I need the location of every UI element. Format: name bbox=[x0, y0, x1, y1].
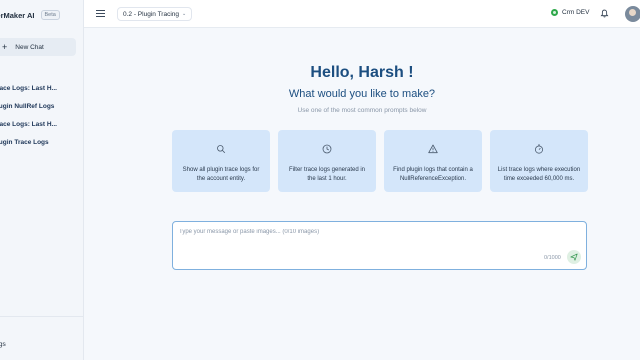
send-button[interactable] bbox=[567, 250, 581, 264]
sidebar-bottom-links: lp tings bbox=[0, 325, 6, 349]
prompt-card[interactable]: Filter trace logs generated in the last … bbox=[278, 130, 376, 192]
message-composer: 0/1000 bbox=[172, 221, 587, 270]
prompt-card-text: List trace logs where execution time exc… bbox=[497, 167, 581, 182]
brand-name: owerMaker AI bbox=[0, 10, 35, 20]
message-input[interactable] bbox=[179, 227, 479, 237]
prompt-card-text: Show all plugin trace logs for the accou… bbox=[182, 167, 260, 182]
top-bar: 0.2 - Plugin Tracing ⌄ Crm DEV bbox=[84, 0, 640, 28]
prompt-hint: Use one of the most common prompts below bbox=[297, 107, 427, 114]
help-link[interactable]: lp bbox=[0, 325, 6, 333]
clock-icon bbox=[322, 144, 332, 154]
prompt-cards: Show all plugin trace logs for the accou… bbox=[172, 130, 588, 192]
plus-icon: + bbox=[2, 41, 8, 52]
avatar[interactable] bbox=[625, 6, 640, 22]
version-select-value: 0.2 - Plugin Tracing bbox=[123, 10, 180, 18]
chevron-down-icon: ⌄ bbox=[182, 11, 187, 17]
sidebar-divider bbox=[0, 316, 83, 317]
greeting-title: Hello, Harsh ! bbox=[310, 64, 414, 81]
new-chat-label: New Chat bbox=[15, 43, 44, 51]
prompt-card[interactable]: List trace logs where execution time exc… bbox=[490, 130, 588, 192]
brand: owerMaker AI Beta bbox=[0, 10, 60, 20]
environment-label: Crm DEV bbox=[562, 9, 590, 16]
history-item[interactable]: lugin NullRef Logs bbox=[0, 103, 57, 111]
greeting-subtitle: What would you like to make? bbox=[288, 88, 436, 100]
version-select[interactable]: 0.2 - Plugin Tracing ⌄ bbox=[117, 7, 193, 21]
history-item[interactable]: race Logs: Last H... bbox=[0, 85, 57, 93]
menu-icon[interactable] bbox=[96, 9, 105, 18]
prompt-card[interactable]: Find plugin logs that contain a NullRefe… bbox=[384, 130, 482, 192]
send-icon bbox=[570, 253, 578, 261]
sidebar: owerMaker AI Beta + New Chat race Logs: … bbox=[0, 0, 84, 360]
environment-icon bbox=[551, 9, 558, 16]
warning-icon bbox=[428, 144, 438, 154]
character-counter: 0/1000 bbox=[544, 255, 561, 261]
environment-selector[interactable]: Crm DEV bbox=[551, 9, 589, 16]
prompt-card-text: Filter trace logs generated in the last … bbox=[288, 167, 366, 182]
bell-icon[interactable] bbox=[600, 9, 609, 18]
chat-history-list: race Logs: Last H... lugin NullRef Logs … bbox=[0, 85, 57, 147]
new-chat-button[interactable]: + New Chat bbox=[0, 38, 76, 56]
history-item[interactable]: race Logs: Last H... bbox=[0, 121, 57, 129]
prompt-card-text: Find plugin logs that contain a NullRefe… bbox=[393, 167, 473, 182]
stopwatch-icon bbox=[535, 144, 543, 154]
beta-badge: Beta bbox=[40, 10, 60, 20]
search-icon bbox=[217, 145, 226, 154]
prompt-card[interactable]: Show all plugin trace logs for the accou… bbox=[172, 130, 270, 192]
history-item[interactable]: lugin Trace Logs bbox=[0, 139, 57, 147]
settings-link[interactable]: tings bbox=[0, 341, 6, 349]
